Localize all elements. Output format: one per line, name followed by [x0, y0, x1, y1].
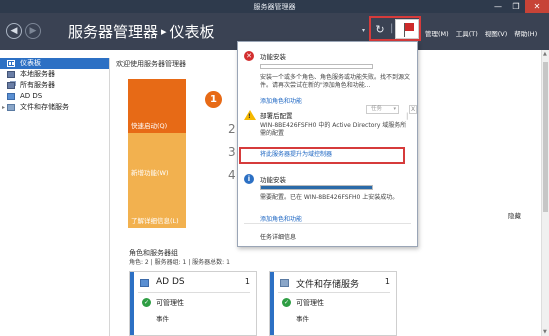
- notification-title: 部署后配置: [260, 112, 293, 120]
- step-4-number: 4: [228, 168, 236, 182]
- check-icon: ✓: [142, 298, 151, 307]
- role-card-ad-ds[interactable]: AD DS 1 ✓ 可管理性 事件: [129, 271, 257, 336]
- error-icon: ✕: [244, 51, 254, 61]
- ad-ds-icon: [7, 93, 15, 100]
- dashboard-icon: [7, 60, 15, 67]
- warning-icon: !: [244, 110, 256, 120]
- progress-fill: [261, 186, 372, 189]
- notification-divider: [244, 223, 411, 224]
- sidebar-item-label: 文件和存储服务: [20, 103, 69, 111]
- sidebar-item-file-storage[interactable]: ▸ 文件和存储服务: [0, 102, 109, 113]
- card-events[interactable]: 事件: [156, 313, 169, 323]
- window-controls: — ❐ ✕: [489, 0, 549, 13]
- role-card-file-storage[interactable]: 文件和存储服务 1 ✓ 可管理性 事件: [269, 271, 397, 336]
- sidebar: 仪表板 本地服务器 所有服务器 AD DS ▸ 文件和存储服务: [0, 58, 110, 336]
- sidebar-item-label: 本地服务器: [20, 70, 55, 78]
- menu-manage[interactable]: 管理(M): [425, 28, 449, 38]
- card-title: AD DS: [156, 277, 185, 287]
- step-3-number: 3: [228, 145, 236, 159]
- card-status[interactable]: 可管理性: [296, 298, 324, 308]
- scroll-thumb[interactable]: [543, 62, 548, 212]
- card-title: 文件和存储服务: [296, 280, 360, 290]
- notifications-popup: ✕ 功能安装 安装一个或多个角色、角色服务或功能失败。找不到源文件。请再次尝试在…: [237, 41, 418, 247]
- task-dropdown-label: 任务: [371, 106, 383, 112]
- step-2-number: 2: [228, 122, 236, 136]
- card-accent: [270, 272, 274, 335]
- welcome-title: 欢迎使用服务器管理器: [116, 60, 186, 68]
- forward-button[interactable]: ▶: [25, 23, 41, 39]
- dismiss-notification-button[interactable]: X: [409, 105, 417, 114]
- add-roles-features-link[interactable]: 添加角色和功能: [260, 214, 302, 223]
- back-button[interactable]: ◀: [6, 23, 22, 39]
- sidebar-item-ad-ds[interactable]: AD DS: [0, 91, 109, 102]
- notification-title: 功能安装: [260, 53, 286, 61]
- sidebar-item-local-server[interactable]: 本地服务器: [0, 69, 109, 80]
- info-icon: i: [244, 174, 254, 184]
- card-count: 1: [244, 277, 250, 286]
- scroll-up-icon[interactable]: ▲: [543, 51, 547, 57]
- breadcrumb-separator: ▸: [161, 25, 167, 38]
- breadcrumb-app[interactable]: 服务器管理器: [68, 23, 158, 41]
- highlight-box-notifications: [369, 16, 421, 41]
- sidebar-item-label: 所有服务器: [20, 81, 55, 89]
- maximize-button[interactable]: ❐: [507, 0, 525, 13]
- close-window-button[interactable]: ✕: [525, 0, 549, 13]
- card-accent: [130, 272, 134, 335]
- tile-label: 了解详细信息(L): [131, 217, 179, 225]
- progress-bar: [260, 185, 373, 190]
- menu-bar: 管理(M) 工具(T) 视图(V) 帮助(H): [425, 28, 537, 38]
- notification-description: 需要配置。已在 WIN-8BE426FSFH0 上安装成功。: [260, 194, 399, 201]
- expand-arrow-icon[interactable]: ▸: [2, 102, 5, 113]
- storage-icon: [7, 104, 15, 111]
- card-divider: [138, 292, 250, 293]
- sidebar-item-dashboard[interactable]: 仪表板: [0, 58, 109, 69]
- notification-divider-bar: |: [406, 112, 409, 120]
- breadcrumb-dropdown-icon[interactable]: ▾: [362, 27, 365, 34]
- breadcrumb: 服务器管理器 ▸ 仪表板: [68, 21, 215, 42]
- sidebar-item-all-servers[interactable]: 所有服务器: [0, 80, 109, 91]
- notification-description: 安装一个或多个角色、角色服务或功能失败。找不到源文件。请再次尝试在新的"添加角色…: [260, 74, 411, 89]
- breadcrumb-page: 仪表板: [169, 23, 215, 41]
- roles-summary: 角色: 2 | 服务器组: 1 | 服务器总数: 1: [129, 259, 230, 266]
- card-divider: [278, 292, 390, 293]
- menu-view[interactable]: 视图(V): [485, 28, 508, 38]
- notification-feature-install-info: i 功能安装 需要配置。已在 WIN-8BE426FSFH0 上安装成功。 添加…: [238, 172, 419, 223]
- hide-link[interactable]: 隐藏: [508, 210, 521, 220]
- highlight-box-promote-link: [239, 147, 405, 164]
- whats-new-tile[interactable]: 新增功能(W): [128, 133, 186, 180]
- servers-icon: [7, 82, 15, 89]
- card-status[interactable]: 可管理性: [156, 298, 184, 308]
- notification-feature-install-error: ✕ 功能安装 安装一个或多个角色、角色服务或功能失败。找不到源文件。请再次尝试在…: [238, 49, 419, 105]
- learn-more-tile[interactable]: 了解详细信息(L): [128, 180, 186, 228]
- quick-start-tile[interactable]: 快速启动(Q): [128, 79, 186, 133]
- server-icon: [7, 71, 15, 78]
- menu-tools[interactable]: 工具(T): [456, 28, 478, 38]
- card-count: 1: [384, 277, 390, 286]
- chevron-down-icon: ▾: [393, 106, 396, 112]
- notification-title: 功能安装: [260, 176, 286, 184]
- scroll-down-icon[interactable]: ▼: [543, 329, 547, 335]
- add-roles-features-link[interactable]: 添加角色和功能: [260, 96, 302, 105]
- minimize-button[interactable]: —: [489, 0, 507, 13]
- sidebar-item-label: 仪表板: [20, 59, 41, 67]
- vertical-scrollbar[interactable]: ▲ ▼: [541, 50, 549, 336]
- tile-label: 新增功能(W): [131, 169, 169, 177]
- progress-bar: [260, 64, 373, 69]
- sidebar-item-label: AD DS: [20, 92, 43, 100]
- check-icon: ✓: [282, 298, 291, 307]
- window-titlebar: 服务器管理器 — ❐ ✕: [0, 0, 549, 13]
- storage-icon: [280, 279, 289, 287]
- card-events[interactable]: 事件: [296, 313, 309, 323]
- menu-help[interactable]: 帮助(H): [514, 28, 537, 38]
- step-1-badge: 1: [205, 91, 222, 108]
- notification-description: WIN-8BE426FSFH0 中的 Active Directory 域服务所…: [260, 122, 407, 137]
- task-details-link[interactable]: 任务详细信息: [260, 232, 296, 241]
- tile-label: 快速启动(Q): [131, 122, 168, 130]
- ad-ds-icon: [140, 279, 149, 287]
- task-dropdown[interactable]: 任务 ▾: [366, 105, 399, 114]
- window-title: 服务器管理器: [253, 3, 296, 11]
